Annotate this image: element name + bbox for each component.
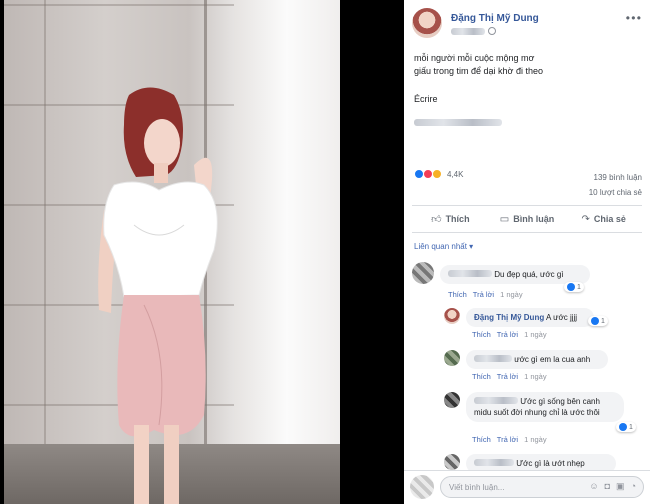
reaction-count: 4,4K (447, 169, 464, 179)
share-count[interactable]: 10 lượt chia sẻ (589, 185, 642, 200)
like-button[interactable]: 👍︎ Thích (412, 206, 489, 232)
haha-reaction-icon (432, 169, 442, 179)
comment-text: ước gì em la cua anh (514, 355, 591, 364)
action-bar: 👍︎ Thích ▭ Bình luận ↷ Chia sẻ (412, 205, 642, 233)
photo-viewer (0, 0, 404, 504)
comment-composer: Viết bình luận... ☺ ◘ ▣ ◔ (404, 470, 650, 504)
comment-reactions[interactable]: 1 (564, 282, 584, 292)
commenter-avatar[interactable] (444, 350, 460, 366)
post-text: mỗi người mỗi cuộc mộng mơ giấu trong ti… (414, 52, 644, 78)
blurred-text (414, 113, 502, 131)
blurred-commenter-name (474, 459, 514, 466)
comment-reactions[interactable]: 1 (588, 316, 608, 326)
comment-reply-item: Ước gì là ướt nhẹp (444, 454, 648, 473)
wall-pillar (234, 0, 340, 504)
globe-icon (488, 27, 496, 35)
comment-actions: Thích Trả lời 1 ngày (472, 330, 547, 339)
like-reaction-icon (591, 317, 599, 325)
comment-bubble: Ước gì sống bên canh midu suốt đời nhung… (466, 392, 624, 422)
gif-icon[interactable]: ▣ (616, 481, 625, 492)
comment-like-link[interactable]: Thích (472, 330, 491, 339)
emoji-icon[interactable]: ☺ (589, 481, 598, 492)
share-button[interactable]: ↷ Chia sẻ (565, 206, 642, 232)
post-ecrire: Écrire (414, 94, 438, 104)
comment-item: Du đẹp quá, ước gì 1 Thích Trả lời 1 ngà… (412, 262, 648, 302)
woman-figure (98, 87, 218, 504)
post-header: Đặng Thị Mỹ Dung • • • (404, 0, 650, 42)
sticker-icon[interactable]: ◔ (631, 481, 636, 492)
comment-time[interactable]: 1 ngày (524, 330, 547, 339)
comment-like-link[interactable]: Thích (472, 372, 491, 381)
commenter-avatar[interactable] (444, 454, 460, 470)
thumbs-up-icon: 👍︎ (431, 214, 442, 225)
comment-button[interactable]: ▭ Bình luận (489, 206, 566, 232)
comment-sort-dropdown[interactable]: Liên quan nhất ▾ (414, 242, 473, 251)
blurred-commenter-name (448, 270, 492, 277)
comment-reply-link[interactable]: Trả lời (473, 290, 494, 299)
comment-actions: Thích Trả lời 1 ngày (472, 372, 547, 381)
composer-tools: ☺ ◘ ▣ ◔ (589, 481, 636, 492)
comment-reply-link[interactable]: Trả lời (497, 435, 518, 444)
comment-reaction-count: 1 (629, 423, 633, 431)
comment-reply-link[interactable]: Trả lời (497, 372, 518, 381)
blurred-timestamp (451, 27, 485, 35)
commenter-avatar[interactable] (444, 392, 460, 408)
comment-button-label: Bình luận (513, 214, 555, 224)
like-reaction-icon (567, 283, 575, 291)
comment-time[interactable]: 1 ngày (524, 372, 547, 381)
comment-reply-item: ước gì em la cua anh Thích Trả lời 1 ngà… (444, 350, 648, 386)
comment-text: A ước jjjj (546, 313, 578, 322)
commenter-avatar[interactable] (444, 308, 460, 324)
like-button-label: Thích (445, 214, 470, 224)
comment-reply-link[interactable]: Trả lời (497, 330, 518, 339)
comment-time[interactable]: 1 ngày (524, 435, 547, 444)
comment-count[interactable]: 139 bình luận (589, 170, 643, 185)
post-text-line: giấu trong tim để dại khờ đi theo (414, 66, 543, 76)
comment-actions: Thích Trả lời 1 ngày (472, 435, 547, 444)
blurred-text-block (414, 119, 502, 126)
author-avatar[interactable] (412, 8, 442, 38)
camera-icon[interactable]: ◘ (605, 481, 610, 492)
commenter-name[interactable]: Đặng Thị Mỹ Dung (474, 313, 544, 322)
post-text-line: mỗi người mỗi cuộc mộng mơ (414, 53, 535, 63)
like-reaction-icon (619, 423, 627, 431)
comment-reply-item: Đặng Thị Mỹ Dung A ước jjjj 1 Thích Trả … (444, 308, 648, 344)
comment-time[interactable]: 1 ngày (500, 290, 523, 299)
comment-text: Ước gì là ướt nhẹp (516, 459, 585, 468)
reaction-summary[interactable]: 4,4K (414, 169, 463, 179)
comment-reactions[interactable]: 1 (616, 422, 636, 432)
comment-text: Du đẹp quá, ước gì (494, 270, 564, 279)
comment-reaction-count: 1 (577, 283, 581, 291)
comment-actions: Thích Trả lời 1 ngày (448, 290, 523, 299)
author-name[interactable]: Đặng Thị Mỹ Dung (451, 13, 539, 24)
comment-bubble: ước gì em la cua anh (466, 350, 608, 369)
blurred-commenter-name (474, 397, 518, 404)
comment-bubble: Đặng Thị Mỹ Dung A ước jjjj (466, 308, 594, 327)
comment-icon: ▭ (499, 213, 510, 225)
post-stats: 139 bình luận 10 lượt chia sẻ (589, 170, 642, 200)
post-photo[interactable] (4, 0, 340, 504)
share-icon: ↷ (581, 213, 590, 225)
share-button-label: Chia sẻ (593, 214, 626, 224)
comment-reply-item: Ước gì sống bên canh midu suốt đời nhung… (444, 392, 648, 448)
post-meta (451, 27, 496, 35)
current-user-avatar (410, 475, 434, 499)
comment-like-link[interactable]: Thích (448, 290, 467, 299)
commenter-avatar[interactable] (412, 262, 434, 284)
comment-reaction-count: 1 (601, 317, 605, 325)
blurred-commenter-name (474, 355, 512, 362)
post-panel: Đặng Thị Mỹ Dung • • • mỗi người mỗi cuộ… (404, 0, 650, 504)
comment-like-link[interactable]: Thích (472, 435, 491, 444)
ellipsis-icon[interactable]: • • • (626, 11, 641, 25)
